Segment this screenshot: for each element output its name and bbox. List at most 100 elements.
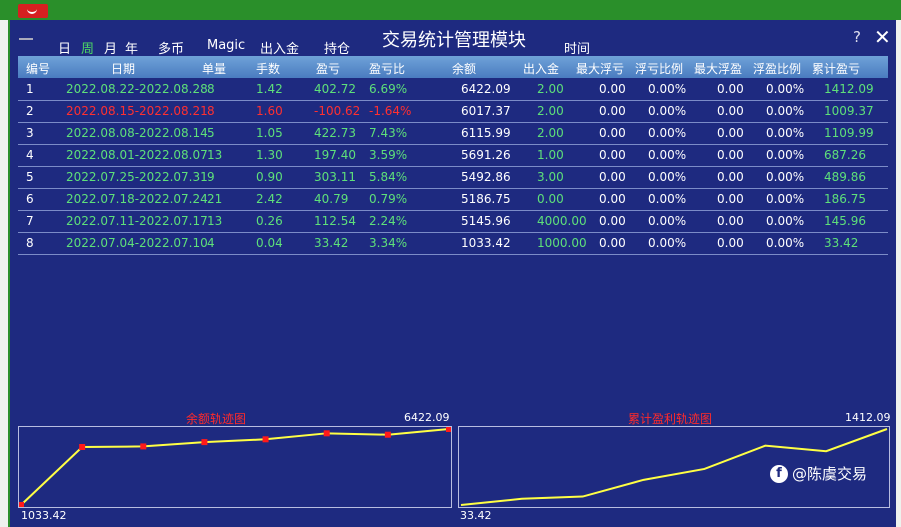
cell-date: 2022.07.04-2022.07.10: [66, 236, 208, 250]
cell-max-fp: 0.00: [717, 236, 744, 250]
cell-deposit: 1000.00: [537, 236, 587, 250]
col-lots: 手数: [256, 62, 281, 76]
table-header: 编号 日期 单量 手数 盈亏 盈亏比 余额 出入金 最大浮亏 浮亏比例 最大浮盈…: [18, 56, 888, 78]
col-balance: 余额: [452, 62, 477, 76]
table-row[interactable]: 1 2022.08.22-2022.08.28 8 1.42 402.72 6.69% 64…: [18, 78, 888, 101]
table-row[interactable]: 8 2022.07.04-2022.07.10 4 0.04 33.42 3.34% 103…: [18, 232, 888, 255]
cell-fp-ratio: 0.00%: [766, 104, 805, 118]
cell-deposit: 0.00: [537, 192, 564, 206]
cell-balance: 1033.42: [461, 236, 511, 250]
cell-max-dd: 0.00: [599, 148, 626, 162]
left-edge: [0, 20, 8, 527]
cell-balance: 6115.99: [461, 126, 511, 140]
tab-year[interactable]: 年: [125, 38, 138, 57]
col-max-floating-profit: 最大浮盈: [694, 62, 743, 76]
cell-max-fp: 0.00: [717, 170, 744, 184]
col-orders: 单量: [202, 62, 227, 76]
cumulative-chart-title: 累计盈利轨迹图: [628, 412, 713, 426]
cell-lots: 1.42: [256, 82, 283, 96]
table-row[interactable]: 2 2022.08.15-2022.08.21 8 1.60 -100.62 -1.64%…: [18, 100, 888, 123]
data-point: [201, 439, 208, 446]
minimize-button[interactable]: [19, 38, 33, 40]
cell-max-fp: 0.00: [717, 104, 744, 118]
col-drawdown-ratio: 浮亏比例: [635, 62, 684, 76]
tab-deposit[interactable]: 出入金: [260, 38, 299, 57]
dropdown-toggle-button[interactable]: [18, 4, 48, 18]
cell-dd-ratio: 0.00%: [648, 104, 687, 118]
cell-pnl-ratio: 2.24%: [369, 214, 408, 228]
table-row[interactable]: 3 2022.08.08-2022.08.14 5 1.05 422.73 7.43% 61…: [18, 122, 888, 145]
tab-magic[interactable]: Magic: [207, 38, 245, 53]
data-point: [446, 427, 451, 432]
cell-orders: 21: [207, 192, 223, 206]
cell-date: 2022.08.22-2022.08.28: [66, 82, 208, 96]
close-icon[interactable]: ✕: [874, 25, 891, 49]
tab-positions[interactable]: 持仓: [324, 38, 350, 57]
col-pnl: 盈亏: [316, 62, 341, 76]
window-title: 交易统计管理模块: [382, 30, 526, 51]
tab-month[interactable]: 月: [104, 38, 117, 57]
cell-id: 8: [26, 236, 34, 250]
balance-chart-frame: [18, 426, 452, 508]
stats-panel: 日 周 月 年 多币 Magic 出入金 持仓 交易统计管理模块 时间 ? ✕ …: [10, 20, 896, 527]
cell-lots: 0.26: [256, 214, 283, 228]
data-point: [19, 502, 24, 507]
cell-fp-ratio: 0.00%: [766, 170, 805, 184]
tab-week[interactable]: 周: [81, 38, 94, 57]
cell-deposit: 2.00: [537, 104, 564, 118]
cell-id: 5: [26, 170, 34, 184]
balance-chart: [19, 427, 451, 507]
cell-pnl: 112.54: [314, 214, 356, 228]
col-cumulative-pnl: 累计盈亏: [812, 62, 861, 76]
cell-max-dd: 0.00: [599, 104, 626, 118]
cell-fp-ratio: 0.00%: [766, 148, 805, 162]
cell-orders: 13: [207, 148, 223, 162]
cell-pnl-ratio: 0.79%: [369, 192, 408, 206]
table-row[interactable]: 5 2022.07.25-2022.07.31 9 0.90 303.11 5.84% 54…: [18, 166, 888, 189]
cell-pnl-ratio: 3.34%: [369, 236, 408, 250]
cell-date: 2022.07.18-2022.07.24: [66, 192, 208, 206]
cell-balance: 6422.09: [461, 82, 511, 96]
watermark-text: @陈虞交易: [792, 465, 868, 483]
cell-pnl-ratio: 3.59%: [369, 148, 408, 162]
cumulative-chart-max-label: 1412.09: [845, 411, 891, 424]
cell-max-fp: 0.00: [717, 126, 744, 140]
cell-id: 2: [26, 104, 34, 118]
cell-max-dd: 0.00: [599, 82, 626, 96]
cell-pnl-ratio: 6.69%: [369, 82, 408, 96]
right-edge: [896, 20, 901, 527]
cell-dd-ratio: 0.00%: [648, 236, 687, 250]
help-icon[interactable]: ?: [853, 28, 861, 46]
cell-cum: 489.86: [824, 170, 866, 184]
tab-multi-currency[interactable]: 多币: [158, 38, 184, 57]
cell-deposit: 1.00: [537, 148, 564, 162]
cell-date: 2022.08.08-2022.08.14: [66, 126, 208, 140]
cell-pnl: 422.73: [314, 126, 356, 140]
col-floating-profit-ratio: 浮盈比例: [753, 62, 802, 76]
table-row[interactable]: 6 2022.07.18-2022.07.24 21 2.42 40.79 0.79% 51…: [18, 188, 888, 211]
cell-max-dd: 0.00: [599, 192, 626, 206]
cell-lots: 1.30: [256, 148, 283, 162]
cell-date: 2022.08.15-2022.08.21: [66, 104, 208, 118]
table-row[interactable]: 7 2022.07.11-2022.07.17 13 0.26 112.54 2.24% 5…: [18, 210, 888, 233]
cell-cum: 1109.99: [824, 126, 874, 140]
cell-pnl-ratio: 7.43%: [369, 126, 408, 140]
balance-chart-min-label: 1033.42: [21, 509, 67, 522]
table-row[interactable]: 4 2022.08.01-2022.08.07 13 1.30 197.40 3.59% 5…: [18, 144, 888, 167]
cell-dd-ratio: 0.00%: [648, 192, 687, 206]
cell-orders: 13: [207, 214, 223, 228]
cell-lots: 1.60: [256, 104, 283, 118]
cell-date: 2022.07.11-2022.07.17: [66, 214, 208, 228]
col-id: 编号: [26, 62, 51, 76]
cell-date: 2022.08.01-2022.08.07: [66, 148, 208, 162]
data-point: [79, 443, 86, 450]
cell-balance: 6017.37: [461, 104, 511, 118]
balance-chart-title: 余额轨迹图: [186, 412, 247, 426]
col-pnl-ratio: 盈亏比: [369, 62, 406, 76]
col-deposit: 出入金: [523, 62, 560, 76]
cell-pnl: 402.72: [314, 82, 356, 96]
cell-date: 2022.07.25-2022.07.31: [66, 170, 208, 184]
cell-pnl: 33.42: [314, 236, 349, 250]
tab-day[interactable]: 日: [58, 38, 71, 57]
cumulative-chart-min-label: 33.42: [460, 509, 492, 522]
